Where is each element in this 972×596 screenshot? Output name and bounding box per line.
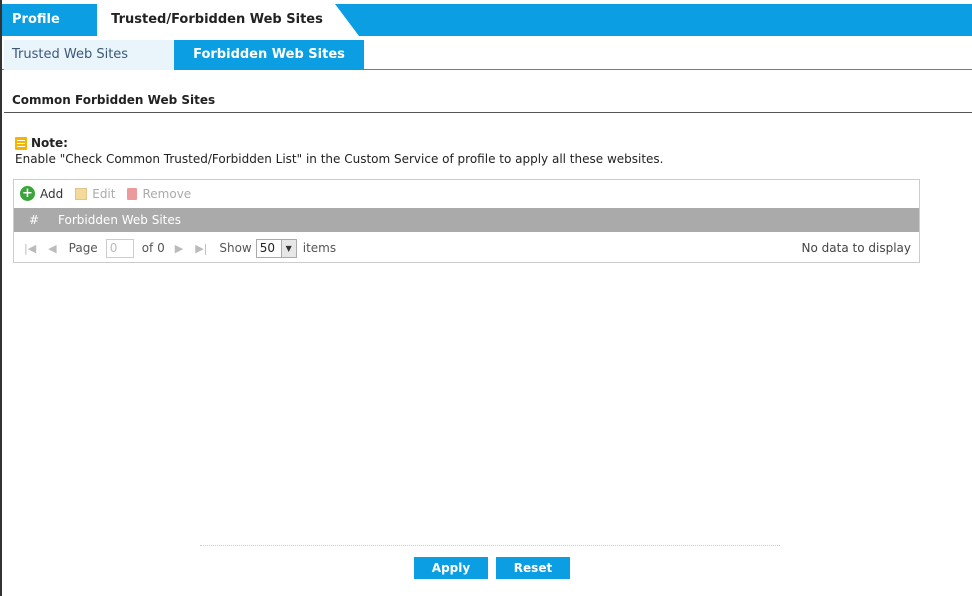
- items-per-page-value: 50: [259, 240, 276, 255]
- edit-label: Edit: [92, 186, 116, 201]
- add-label: Add: [40, 186, 64, 201]
- first-page-icon[interactable]: |◀: [24, 242, 36, 255]
- main-frame: Profile Trusted/Forbidden Web Sites Trus…: [0, 0, 972, 596]
- items-label: items: [302, 241, 337, 255]
- note-heading: Note:: [15, 136, 68, 150]
- page-label: Page: [68, 241, 98, 255]
- no-data-status: No data to display: [801, 241, 911, 255]
- show-label: Show: [219, 241, 252, 255]
- note-heading-label: Note:: [31, 136, 68, 150]
- add-icon: +: [20, 186, 35, 201]
- trash-icon: [127, 187, 138, 200]
- forbidden-sites-grid: + Add Edit Remove # Forbidden Web Sites …: [13, 179, 920, 263]
- tab-trusted-forbidden-web-sites[interactable]: Trusted/Forbidden Web Sites: [97, 4, 359, 36]
- next-page-icon[interactable]: ▶: [175, 242, 183, 255]
- top-tab-bar: Profile Trusted/Forbidden Web Sites: [2, 4, 972, 36]
- page-number-input[interactable]: 0: [105, 238, 134, 258]
- page-count-label: of 0: [141, 241, 165, 255]
- column-header-forbidden-web-sites[interactable]: Forbidden Web Sites: [54, 213, 181, 227]
- note-text: Enable "Check Common Trusted/Forbidden L…: [15, 152, 664, 166]
- edit-button[interactable]: Edit: [75, 187, 115, 201]
- section-title: Common Forbidden Web Sites: [12, 93, 216, 107]
- subtab-trusted-web-sites[interactable]: Trusted Web Sites: [4, 40, 174, 70]
- edit-icon: [75, 187, 88, 200]
- apply-button[interactable]: Apply: [414, 557, 488, 579]
- column-header-number[interactable]: #: [14, 213, 54, 227]
- tab-profile[interactable]: Profile: [12, 4, 60, 36]
- note-icon: [15, 136, 27, 150]
- footer-divider: [200, 545, 780, 546]
- items-per-page-select[interactable]: 50 ▼: [255, 238, 297, 258]
- add-button[interactable]: + Add: [20, 186, 63, 201]
- reset-button[interactable]: Reset: [496, 557, 570, 579]
- grid-toolbar: + Add Edit Remove: [14, 180, 919, 207]
- last-page-icon[interactable]: ▶|: [195, 242, 207, 255]
- chevron-down-icon[interactable]: ▼: [280, 239, 296, 257]
- remove-button[interactable]: Remove: [127, 187, 191, 201]
- subtab-forbidden-web-sites[interactable]: Forbidden Web Sites: [174, 40, 364, 70]
- remove-label: Remove: [142, 186, 192, 201]
- table-header: # Forbidden Web Sites: [14, 208, 919, 232]
- pagination-bar: |◀ ◀ Page 0 of 0 ▶ ▶| Show 50 ▼ items No…: [14, 233, 919, 263]
- section-divider: [4, 112, 972, 113]
- sub-tab-bar: Trusted Web Sites Forbidden Web Sites: [2, 40, 972, 70]
- previous-page-icon[interactable]: ◀: [48, 242, 56, 255]
